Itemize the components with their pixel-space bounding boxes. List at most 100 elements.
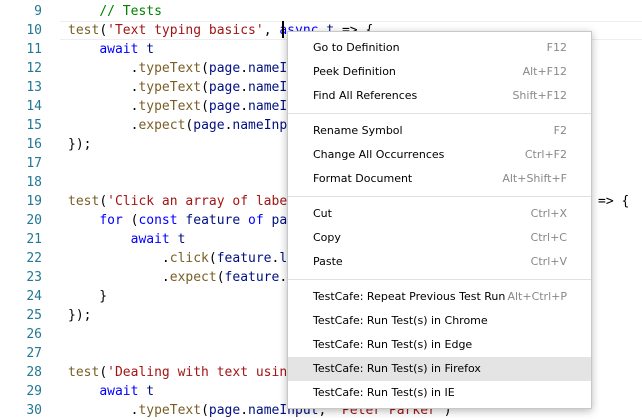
code-token: of — [248, 213, 264, 228]
menu-item-cut[interactable]: Cut Ctrl+X — [288, 202, 591, 226]
menu-item-rename-symbol[interactable]: Rename Symbol F2 — [288, 119, 591, 143]
code-token: // Tests — [99, 4, 162, 19]
menu-item-label: TestCafe: Run Test(s) in Chrome — [313, 314, 488, 327]
menu-item-go-to-definition[interactable]: Go to Definition F12 — [288, 36, 591, 60]
code-text: .click(feature.la — [68, 249, 295, 268]
menu-item-shortcut: Alt+F12 — [522, 65, 567, 78]
code-token: page — [208, 403, 241, 418]
line-number: 22 — [26, 251, 42, 266]
menu-item-label: Find All References — [313, 89, 418, 102]
menu-item-testcafe-repeat-previous-test-run[interactable]: TestCafe: Repeat Previous Test Run Alt+Ct… — [288, 285, 591, 309]
menu-item-label: Change All Occurrences — [313, 148, 445, 161]
code-token: await — [99, 42, 139, 57]
menu-item-label: Go to Definition — [313, 41, 400, 54]
line-number: 29 — [26, 384, 42, 399]
menu-item-label: Paste — [313, 255, 343, 268]
code-token: test — [68, 194, 100, 209]
line-number: 13 — [26, 80, 42, 95]
code-token: feature — [185, 213, 241, 228]
code-token: . — [68, 99, 139, 114]
line-number: 23 — [26, 270, 42, 285]
menu-item-shortcut: F2 — [553, 124, 567, 137]
menu-item-label: TestCafe: Run Test(s) in Edge — [313, 338, 473, 351]
menu-item-testcafe-run-test-s-in-ie[interactable]: TestCafe: Run Test(s) in IE — [288, 381, 591, 405]
menu-separator — [288, 113, 591, 114]
code-token: nameInpu — [232, 118, 296, 133]
line-number: 10 — [26, 23, 42, 38]
code-token: await — [130, 232, 170, 247]
menu-item-shortcut: Ctrl+V — [530, 255, 567, 268]
menu-item-peek-definition[interactable]: Peek Definition Alt+F12 — [288, 60, 591, 84]
menu-item-label: Cut — [313, 207, 332, 220]
line-number: 26 — [26, 327, 42, 342]
code-token: feature — [216, 251, 272, 266]
menu-item-label: TestCafe: Run Test(s) in Firefox — [313, 362, 481, 375]
code-text: await t — [68, 40, 154, 59]
code-token: . — [68, 118, 139, 133]
code-text-tail: => { — [598, 194, 630, 209]
code-text: .expect(page.nameInpu — [68, 116, 295, 135]
menu-item-shortcut: Ctrl+C — [530, 231, 567, 244]
code-token: . — [240, 61, 249, 76]
code-text: } — [68, 287, 107, 306]
code-token: page — [208, 61, 241, 76]
code-token: ( — [99, 23, 108, 38]
code-token: typeText — [138, 80, 202, 95]
code-token: . — [240, 403, 249, 418]
code-token: . — [68, 403, 139, 418]
menu-item-paste[interactable]: Paste Ctrl+V — [288, 250, 591, 274]
menu-item-shortcut: Alt+Shift+F — [502, 172, 567, 185]
menu-item-format-document[interactable]: Format Document Alt+Shift+F — [288, 167, 591, 191]
code-text: .typeText(page.nameIn — [68, 97, 295, 116]
line-number: 27 — [26, 346, 42, 361]
menu-item-find-all-references[interactable]: Find All References Shift+F12 — [288, 84, 591, 108]
code-token: test — [68, 23, 100, 38]
code-line[interactable]: 9 // Tests — [0, 2, 642, 21]
menu-item-change-all-occurrences[interactable]: Change All Occurrences Ctrl+F2 — [288, 143, 591, 167]
code-text: .typeText(page.nameIn — [68, 78, 295, 97]
line-number: 30 — [26, 403, 42, 418]
code-token: await — [99, 384, 139, 399]
line-number: 21 — [26, 232, 42, 247]
menu-item-label: TestCafe: Run Test(s) in IE — [313, 386, 455, 399]
code-token: . — [68, 61, 139, 76]
menu-item-label: Format Document — [313, 172, 413, 185]
code-token: . — [240, 99, 249, 114]
line-number: 20 — [26, 213, 42, 228]
code-token: , — [263, 23, 280, 38]
code-token: }); — [68, 137, 92, 152]
menu-item-shortcut: Ctrl+X — [530, 207, 567, 220]
code-token: for — [99, 213, 123, 228]
code-token: const — [138, 213, 178, 228]
code-text: for (const feature of pag — [68, 211, 295, 230]
menu-separator — [288, 196, 591, 197]
line-number: 18 — [26, 175, 42, 190]
line-number: 28 — [26, 365, 42, 380]
code-text: .expect(feature.c — [68, 268, 295, 287]
code-text: await t — [68, 230, 186, 249]
menu-item-copy[interactable]: Copy Ctrl+C — [288, 226, 591, 250]
menu-item-testcafe-run-test-s-in-firefox[interactable]: TestCafe: Run Test(s) in Firefox — [288, 357, 591, 381]
code-token: ( — [201, 80, 209, 95]
code-token: page — [208, 80, 241, 95]
code-token: ( — [201, 403, 209, 418]
code-token: typeText — [138, 403, 202, 418]
context-menu: Go to Definition F12 Peek Definition Alt+F1… — [287, 31, 592, 409]
menu-item-testcafe-run-test-s-in-edge[interactable]: TestCafe: Run Test(s) in Edge — [288, 333, 591, 357]
line-number: 17 — [26, 156, 42, 171]
code-token: 'Dealing with text using — [107, 365, 295, 380]
code-token: ( — [216, 270, 225, 285]
menu-item-label: Rename Symbol — [313, 124, 403, 137]
menu-item-testcafe-run-test-s-in-chrome[interactable]: TestCafe: Run Test(s) in Chrome — [288, 309, 591, 333]
code-token: }); — [68, 308, 92, 323]
code-token: 'Click an array of label — [107, 194, 295, 209]
code-token: ( — [201, 61, 209, 76]
code-token: t — [146, 384, 155, 399]
menu-item-label: Copy — [313, 231, 341, 244]
line-number: 9 — [34, 4, 42, 19]
code-token: . — [68, 80, 139, 95]
